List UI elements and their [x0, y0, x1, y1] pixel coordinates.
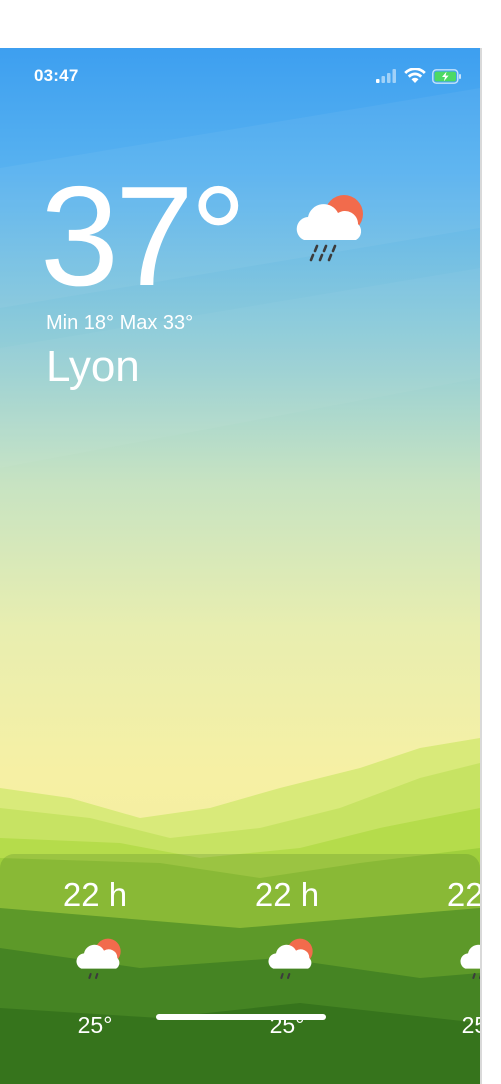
cloud-sun-rain-icon: [296, 195, 363, 262]
cloud-sun-rain-icon: [460, 944, 480, 979]
hourly-forecast-panel[interactable]: 22 h 25° 22 h 25° 22 2: [0, 854, 480, 1084]
wifi-icon: [404, 68, 426, 83]
hour-temperature: 25°: [77, 1012, 113, 1038]
cloud-sun-rain-icon: [268, 938, 313, 979]
min-max-temperature: Min 18° Max 33°: [46, 312, 194, 334]
status-icons: [376, 68, 462, 84]
signal-icon: [376, 69, 396, 83]
hour-label: 22 h: [254, 876, 320, 913]
battery-charging-icon: [432, 68, 461, 84]
hourly-item[interactable]: 22 h 25°: [40, 854, 150, 1064]
hourly-item[interactable]: 22 h 25°: [424, 854, 480, 1064]
hour-label: 22 h: [62, 876, 128, 913]
status-bar: 03:47: [0, 48, 480, 104]
current-temperature: 37°: [40, 157, 247, 316]
home-indicator[interactable]: [156, 1014, 326, 1020]
status-time: 03:47: [34, 66, 79, 85]
cloud-sun-rain-icon: [76, 938, 121, 979]
device-edge: [480, 48, 482, 1084]
hour-temperature: 25°: [461, 1012, 480, 1038]
city-name: Lyon: [46, 342, 140, 391]
weather-screen: 03:47 37° Min 18° Max 33° Lyon 22 h 25° …: [0, 48, 480, 1084]
hourly-item[interactable]: 22 h 25°: [232, 854, 342, 1064]
hour-label: 22 h: [446, 876, 480, 913]
